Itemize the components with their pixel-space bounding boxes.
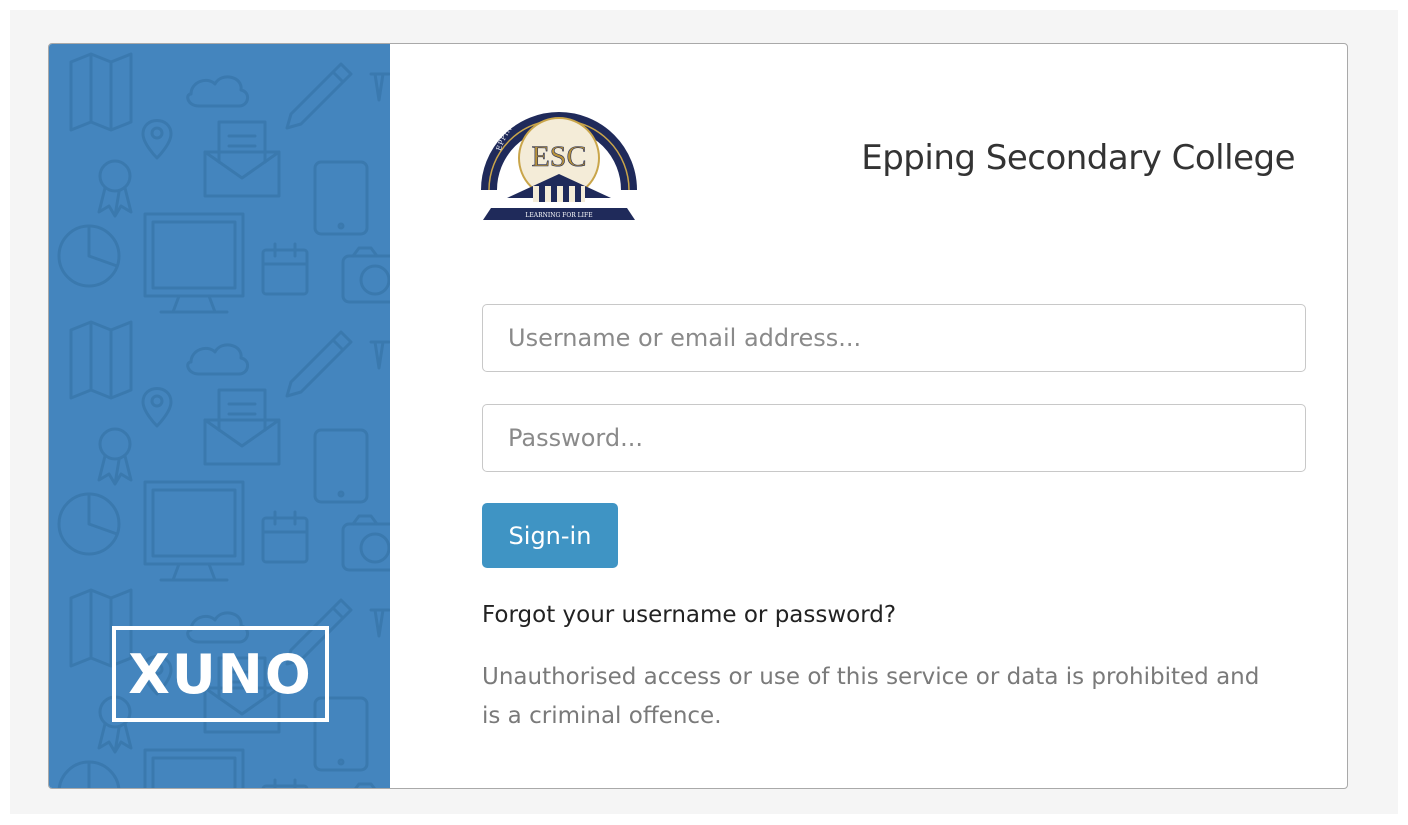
brand-panel: XUNO xyxy=(49,44,390,788)
school-name: Epping Secondary College xyxy=(861,138,1295,178)
school-crest-logo: EPPING SECONDARY COLLEGE ESC LEARNING FO… xyxy=(481,100,637,220)
login-card: XUNO EPPING SECONDARY COLLEGE ESC LEARNI… xyxy=(48,43,1348,789)
xuno-logo: XUNO xyxy=(112,626,329,722)
page-margin-bottom xyxy=(0,814,1408,825)
password-input[interactable] xyxy=(482,404,1306,472)
sign-in-button[interactable]: Sign-in xyxy=(482,503,618,568)
login-form-area: EPPING SECONDARY COLLEGE ESC LEARNING FO… xyxy=(390,44,1347,788)
page-margin-right xyxy=(1398,0,1408,825)
forgot-credentials-link[interactable]: Forgot your username or password? xyxy=(482,602,896,628)
unauthorised-access-warning: Unauthorised access or use of this servi… xyxy=(482,664,1260,729)
page-margin-left xyxy=(0,0,10,825)
crest-motto: LEARNING FOR LIFE xyxy=(525,212,592,219)
crest-initials: ESC xyxy=(531,140,586,173)
page-margin-top xyxy=(0,0,1408,10)
username-input[interactable] xyxy=(482,304,1306,372)
